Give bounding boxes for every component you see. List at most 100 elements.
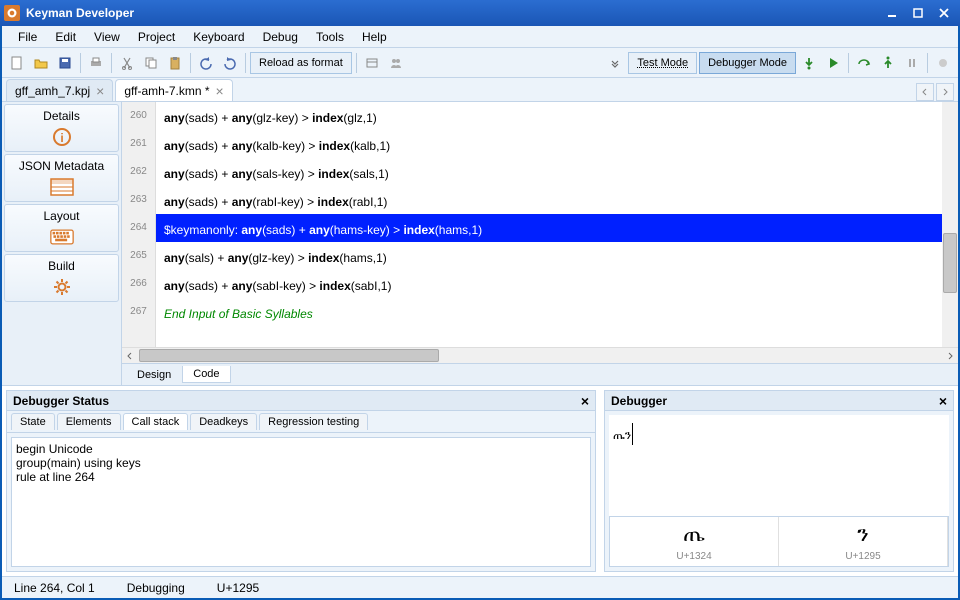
line-number: 266 [122, 270, 155, 298]
dropdown-indicator[interactable] [604, 52, 626, 74]
build-icon [50, 277, 74, 297]
open-file-button[interactable] [30, 52, 52, 74]
code-line[interactable]: any(sads) + any(glz-key) > index(glz,1) [156, 102, 942, 130]
undo-button[interactable] [195, 52, 217, 74]
menu-debug[interactable]: Debug [255, 28, 306, 46]
sidebar-item-label: Build [48, 259, 75, 273]
close-debugger-status[interactable]: × [581, 393, 589, 409]
sidebar-item-build[interactable]: Build [4, 254, 119, 302]
menu-project[interactable]: Project [130, 28, 183, 46]
close-button[interactable] [932, 4, 956, 22]
debug-step-over-button[interactable] [853, 52, 875, 74]
status-char: U+1295 [213, 581, 263, 595]
users-icon-button[interactable] [385, 52, 407, 74]
vertical-scrollbar[interactable] [942, 102, 958, 347]
layout-icon [50, 227, 74, 247]
char-glyph: ጤ [683, 521, 705, 547]
code-editor[interactable]: 260261262263264265266267 any(sads) + any… [122, 102, 958, 347]
debugger-panel: Debugger × ጤን ጤ U+1324 ንU+1295 [604, 390, 954, 572]
horizontal-scrollbar[interactable] [122, 347, 958, 363]
titlebar: Keyman Developer [0, 0, 960, 26]
char-code: U+1295 [845, 551, 880, 562]
callstack-line: group(main) using keys [16, 456, 586, 470]
sidebar-item-json-metadata[interactable]: JSON Metadata [4, 154, 119, 202]
copy-button[interactable] [140, 52, 162, 74]
file-tab[interactable]: gff_amh_7.kpj × [6, 79, 113, 101]
debug-pause-button[interactable] [901, 52, 923, 74]
close-tab-button[interactable]: × [96, 84, 104, 98]
code-line[interactable]: any(sads) + any(kalb-key) > index(kalb,1… [156, 130, 942, 158]
tab-nav-left[interactable] [916, 83, 934, 101]
close-debugger[interactable]: × [939, 393, 947, 409]
details-icon: i [50, 127, 74, 147]
menu-file[interactable]: File [10, 28, 45, 46]
code-line[interactable]: any(sals) + any(glz-key) > index(hams,1) [156, 242, 942, 270]
debugger-status-tab[interactable]: Regression testing [259, 413, 368, 430]
close-tab-button[interactable]: × [216, 84, 224, 98]
sidebar-item-details[interactable]: Detailsi [4, 104, 119, 152]
debugger-status-tab[interactable]: Deadkeys [190, 413, 257, 430]
char-cell[interactable]: ጤ U+1324 [610, 517, 779, 566]
debugger-status-tab[interactable]: State [11, 413, 55, 430]
debugger-status-title: Debugger Status [13, 394, 109, 408]
redo-button[interactable] [219, 52, 241, 74]
callstack-line: rule at line 264 [16, 470, 586, 484]
cut-button[interactable] [116, 52, 138, 74]
tab-nav-right[interactable] [936, 83, 954, 101]
statusbar: Line 264, Col 1 Debugging U+1295 [2, 576, 958, 598]
code-line[interactable]: any(sads) + any(rabI-key) > index(rabI,1… [156, 186, 942, 214]
file-tabs: gff_amh_7.kpj × gff-amh-7.kmn * × [2, 78, 958, 102]
save-button[interactable] [54, 52, 76, 74]
char-table: ጤ U+1324 ንU+1295 [609, 516, 949, 567]
json-metadata-icon [50, 177, 74, 197]
char-cell[interactable]: ንU+1295 [779, 517, 948, 566]
status-mode: Debugging [123, 581, 189, 595]
layout-icon-button[interactable] [361, 52, 383, 74]
sidebar-item-label: JSON Metadata [19, 159, 104, 173]
debugger-title: Debugger [611, 394, 667, 408]
callstack-line: begin Unicode [16, 442, 586, 456]
debugger-output[interactable]: ጤን [609, 415, 949, 516]
reload-format-button[interactable]: Reload as format [250, 52, 352, 74]
line-number: 263 [122, 186, 155, 214]
menu-tools[interactable]: Tools [308, 28, 352, 46]
paste-button[interactable] [164, 52, 186, 74]
code-line[interactable]: any(sads) + any(sabI-key) > index(sabI,1… [156, 270, 942, 298]
editor-bottom-tabs: DesignCode [122, 363, 958, 385]
menubar: FileEditViewProjectKeyboardDebugToolsHel… [2, 26, 958, 48]
test-mode-button[interactable]: Test Mode [628, 52, 697, 74]
file-tab-label: gff_amh_7.kpj [15, 84, 90, 98]
debug-breakpoint-button[interactable] [932, 52, 954, 74]
view-tab-code[interactable]: Code [182, 366, 230, 383]
code-line[interactable]: $keymanonly: any(sads) + any(hams-key) >… [156, 214, 942, 242]
file-tab[interactable]: gff-amh-7.kmn * × [115, 79, 232, 101]
callstack-body: begin Unicodegroup(main) using keysrule … [11, 437, 591, 567]
toolbar: Reload as format Test Mode Debugger Mode [2, 48, 958, 78]
maximize-button[interactable] [906, 4, 930, 22]
debug-step-in-button[interactable] [798, 52, 820, 74]
line-number: 264 [122, 214, 155, 242]
char-code: U+1324 [676, 551, 711, 562]
debugger-status-tab[interactable]: Elements [57, 413, 121, 430]
menu-help[interactable]: Help [354, 28, 395, 46]
debugger-mode-button[interactable]: Debugger Mode [699, 52, 796, 74]
code-line[interactable]: any(sads) + any(sals-key) > index(sals,1… [156, 158, 942, 186]
line-gutter: 260261262263264265266267 [122, 102, 156, 347]
menu-edit[interactable]: Edit [47, 28, 84, 46]
sidebar-item-layout[interactable]: Layout [4, 204, 119, 252]
debug-step-out-button[interactable] [877, 52, 899, 74]
new-file-button[interactable] [6, 52, 28, 74]
menu-keyboard[interactable]: Keyboard [185, 28, 252, 46]
line-number: 262 [122, 158, 155, 186]
sidebar-item-label: Layout [43, 209, 79, 223]
view-tab-design[interactable]: Design [126, 366, 182, 384]
debugger-status-tab[interactable]: Call stack [123, 413, 189, 430]
menu-view[interactable]: View [86, 28, 128, 46]
print-button[interactable] [85, 52, 107, 74]
debugger-status-panel: Debugger Status × StateElementsCall stac… [6, 390, 596, 572]
file-tab-label: gff-amh-7.kmn * [124, 84, 209, 98]
line-number: 267 [122, 298, 155, 326]
minimize-button[interactable] [880, 4, 904, 22]
code-line[interactable]: End Input of Basic Syllables [156, 298, 942, 326]
debug-run-button[interactable] [822, 52, 844, 74]
